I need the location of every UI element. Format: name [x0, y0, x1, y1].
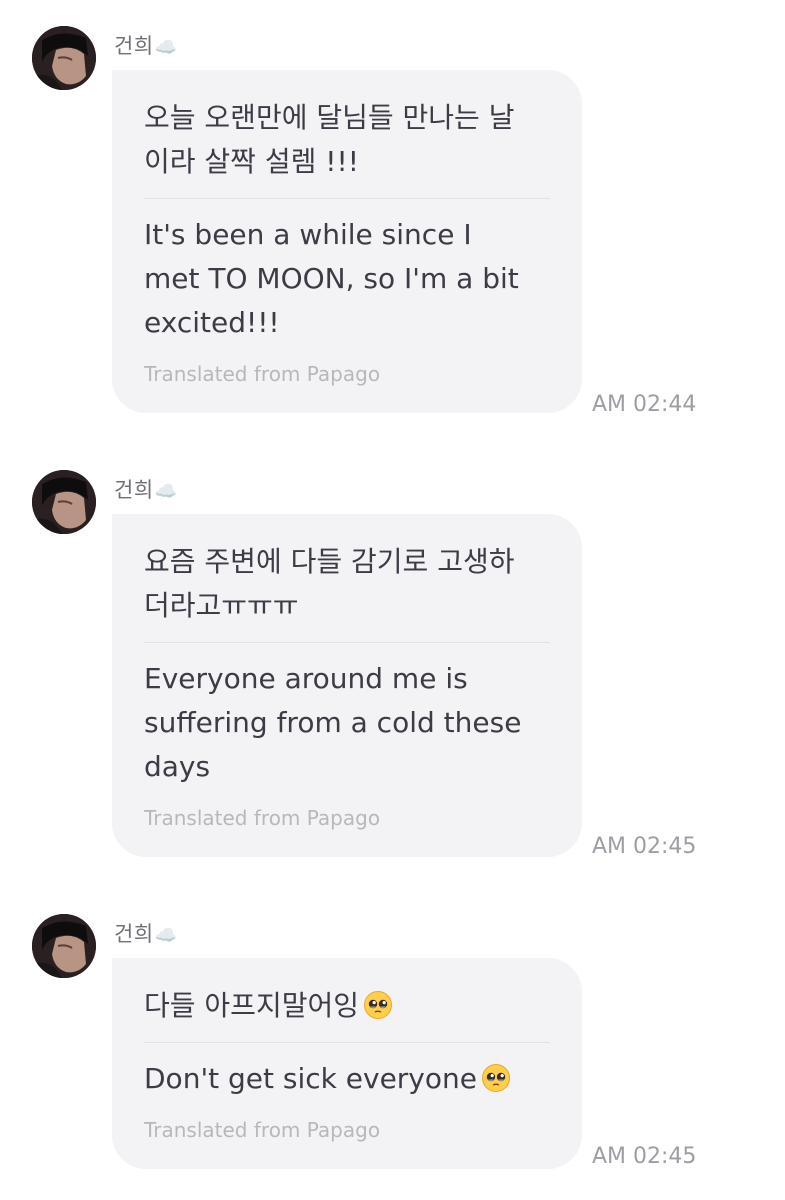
- divider: [144, 1042, 550, 1043]
- timestamp: AM 02:45: [592, 1144, 697, 1169]
- translation-source: Translated from Papago: [144, 362, 381, 386]
- pleading-face-icon: [481, 1064, 510, 1092]
- timestamp: AM 02:45: [592, 834, 697, 859]
- cloud-icon: ☁️: [154, 481, 178, 502]
- message-bubble[interactable]: 오늘 오랜만에 달님들 만나는 날 이라 살짝 설렘 !!! It's been…: [112, 70, 582, 413]
- timestamp: AM 02:44: [592, 392, 697, 417]
- sender-name: 건희☁️: [114, 922, 178, 946]
- divider: [144, 642, 550, 643]
- avatar[interactable]: [32, 914, 96, 978]
- profile-photo: [32, 26, 96, 90]
- sender-name: 건희☁️: [114, 478, 178, 502]
- message-bubble[interactable]: 요즘 주변에 다들 감기로 고생하 더라고ㅠㅠㅠ Everyone around…: [112, 514, 582, 857]
- translated-text: Don't get sick everyone: [144, 1057, 550, 1101]
- translated-text: Everyone around me is suffering from a c…: [144, 662, 522, 783]
- sender-name: 건희☁️: [114, 34, 178, 58]
- pleading-face-icon: [363, 991, 392, 1019]
- translated-text: It's been a while since I met TO MOON, s…: [144, 218, 519, 339]
- translation-source: Translated from Papago: [144, 806, 381, 830]
- avatar[interactable]: [32, 26, 96, 90]
- cloud-icon: ☁️: [154, 37, 178, 58]
- avatar[interactable]: [32, 470, 96, 534]
- cloud-icon: ☁️: [154, 925, 178, 946]
- translation-source: Translated from Papago: [144, 1118, 381, 1142]
- original-text: 오늘 오랜만에 달님들 만나는 날 이라 살짝 설렘 !!!: [144, 101, 515, 178]
- chat-thread: 건희☁️ 오늘 오랜만에 달님들 만나는 날 이라 살짝 설렘 !!! It's…: [0, 0, 785, 1200]
- original-text: 다들 아프지말어잉: [144, 984, 550, 1028]
- message-bubble[interactable]: 다들 아프지말어잉 Don't get sick everyone Transl…: [112, 958, 582, 1169]
- profile-photo: [32, 470, 96, 534]
- profile-photo: [32, 914, 96, 978]
- divider: [144, 198, 550, 199]
- original-text: 요즘 주변에 다들 감기로 고생하 더라고ㅠㅠㅠ: [144, 545, 515, 622]
